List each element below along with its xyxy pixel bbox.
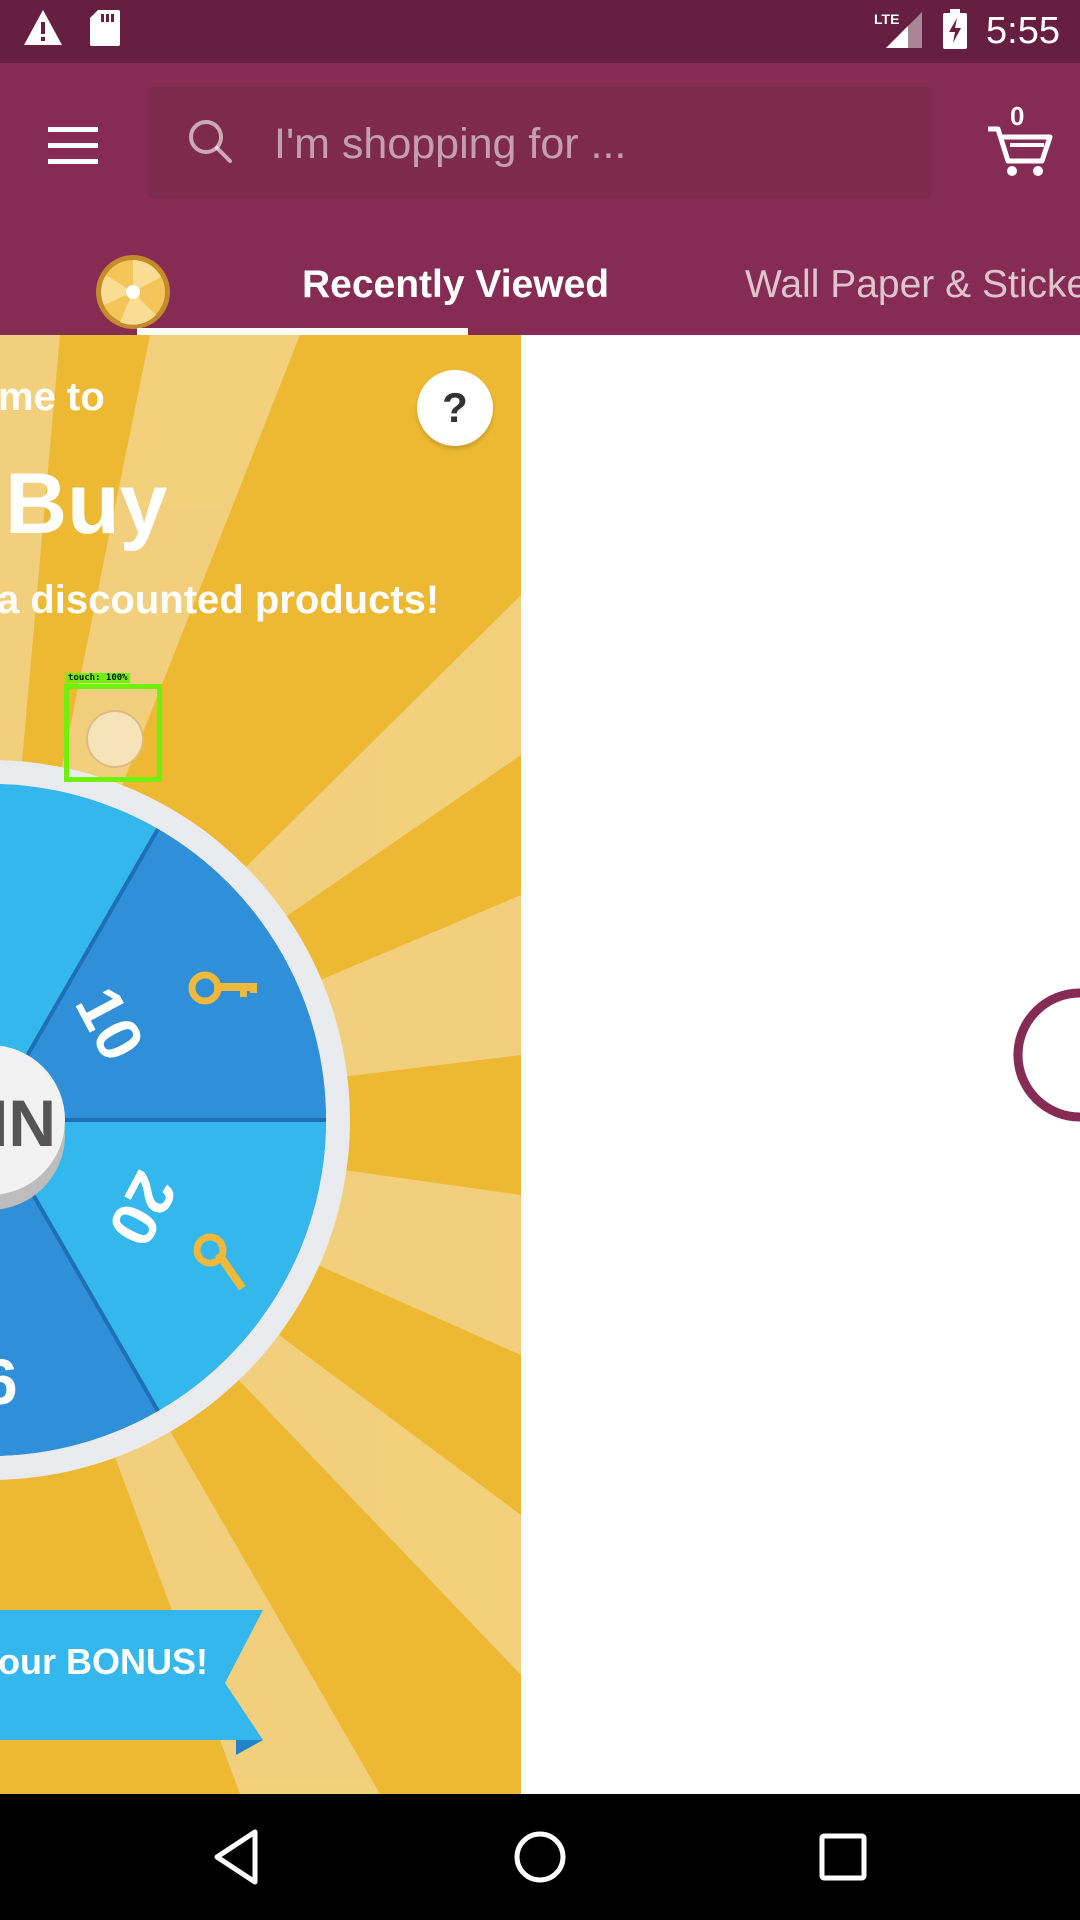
selected-tab-indicator xyxy=(137,328,468,335)
home-button[interactable] xyxy=(505,1822,575,1892)
touch-indicator-label: touch: 100% xyxy=(66,673,130,683)
battery-charging-icon xyxy=(942,8,968,55)
game-subtitle: a discounted products! xyxy=(0,578,440,622)
back-icon xyxy=(214,1829,258,1885)
search-bar[interactable] xyxy=(148,87,931,199)
system-nav-bar xyxy=(0,1794,1080,1920)
game-title: Buy xyxy=(5,456,168,552)
back-button[interactable] xyxy=(203,1822,273,1892)
recents-button[interactable] xyxy=(808,1822,878,1892)
menu-button[interactable] xyxy=(40,113,104,177)
recently-viewed-content xyxy=(521,335,1080,1794)
cart-count-badge: 0 xyxy=(1010,101,1025,131)
help-button[interactable]: ? xyxy=(417,370,493,446)
spin-game-panel: 10 20 6 IN me to Buy a discounted produc… xyxy=(0,335,521,1794)
tab-recently-viewed[interactable]: Recently Viewed xyxy=(302,263,609,307)
menu-icon xyxy=(48,127,98,164)
touch-point xyxy=(86,710,144,768)
network-type-label: LTE xyxy=(874,11,899,27)
app-bar: 0 Recently Viewed Wall Paper & Sticke xyxy=(0,63,1080,335)
search-icon xyxy=(189,120,232,163)
wheel-segment-partial: 6 xyxy=(0,1345,18,1419)
sd-card-icon xyxy=(88,8,122,53)
status-bar: LTE 5:55 xyxy=(0,0,1080,63)
loading-spinner-icon xyxy=(1013,988,1080,1122)
bonus-banner-text[interactable]: our BONUS! xyxy=(0,1641,208,1683)
recents-icon xyxy=(819,1833,867,1881)
home-icon xyxy=(514,1831,566,1883)
signal-icon: LTE xyxy=(872,8,924,55)
spin-wheel-icon xyxy=(96,255,170,329)
search-input[interactable] xyxy=(272,109,896,179)
welcome-text: me to xyxy=(0,375,105,419)
warning-icon xyxy=(22,8,64,53)
clock: 5:55 xyxy=(986,10,1060,52)
tab-wall-paper-stickers[interactable]: Wall Paper & Sticke xyxy=(745,263,1080,307)
spin-button-label[interactable]: IN xyxy=(0,1085,56,1161)
category-tabs: Recently Viewed Wall Paper & Sticke xyxy=(0,233,1080,335)
spin-wheel-tab[interactable] xyxy=(94,253,172,331)
